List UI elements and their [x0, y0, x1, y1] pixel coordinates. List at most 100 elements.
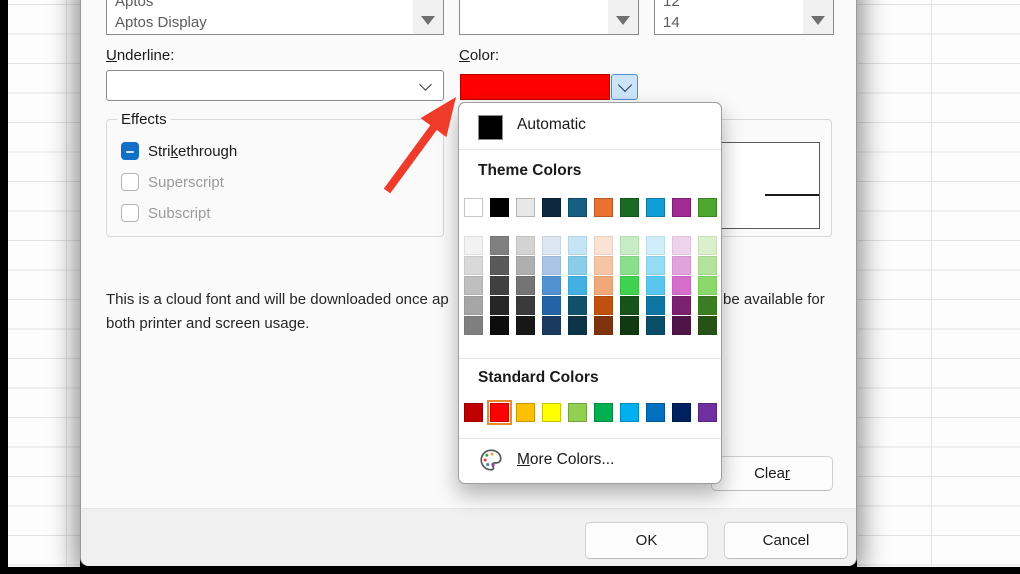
automatic-color-item[interactable]: Automatic: [459, 109, 721, 147]
theme-variant-swatch[interactable]: [672, 296, 691, 315]
theme-color-swatch[interactable]: [464, 198, 483, 217]
theme-variant-swatch[interactable]: [672, 256, 691, 275]
theme-variant-swatch[interactable]: [568, 296, 587, 315]
chevron-down-icon[interactable]: [419, 78, 432, 91]
font-list-scrollbar[interactable]: [413, 0, 443, 34]
theme-variant-swatch[interactable]: [516, 256, 535, 275]
theme-variant-swatch[interactable]: [464, 296, 483, 315]
theme-variant-swatch[interactable]: [594, 276, 613, 295]
theme-variant-swatch[interactable]: [646, 256, 665, 275]
superscript-row: Superscript: [121, 172, 224, 192]
cancel-button[interactable]: Cancel: [724, 522, 848, 559]
theme-variant-swatch[interactable]: [542, 256, 561, 275]
theme-color-swatch[interactable]: [646, 198, 665, 217]
theme-variant-swatch[interactable]: [490, 316, 509, 335]
standard-color-swatch[interactable]: [646, 403, 665, 422]
theme-variant-swatch[interactable]: [594, 256, 613, 275]
theme-variant-swatch[interactable]: [490, 296, 509, 315]
theme-color-swatch[interactable]: [620, 198, 639, 217]
standard-color-swatch[interactable]: [594, 403, 613, 422]
color-label: Color:: [459, 47, 499, 64]
theme-variant-swatch[interactable]: [542, 316, 561, 335]
theme-variant-swatch[interactable]: [516, 316, 535, 335]
standard-color-swatch-selected[interactable]: [490, 403, 509, 422]
theme-variant-swatch[interactable]: [516, 276, 535, 295]
theme-variant-swatch[interactable]: [620, 316, 639, 335]
underline-combobox[interactable]: [106, 70, 444, 101]
font-style-scrollbar[interactable]: [608, 0, 638, 34]
theme-variant-swatch[interactable]: [646, 316, 665, 335]
scroll-down-arrow-icon[interactable]: [616, 16, 630, 25]
theme-color-swatch[interactable]: [490, 198, 509, 217]
font-size-listbox[interactable]: 12 14: [654, 0, 834, 35]
color-dropdown-button[interactable]: [611, 74, 638, 100]
theme-variant-swatch[interactable]: [464, 256, 483, 275]
theme-color-swatch[interactable]: [568, 198, 587, 217]
size-list-item[interactable]: 14: [655, 12, 801, 33]
theme-variant-swatch[interactable]: [698, 316, 717, 335]
theme-variant-swatch[interactable]: [490, 256, 509, 275]
theme-variant-swatch[interactable]: [620, 256, 639, 275]
theme-variant-swatch[interactable]: [594, 236, 613, 255]
theme-variant-swatch[interactable]: [672, 236, 691, 255]
font-list-item[interactable]: Aptos: [107, 0, 411, 12]
theme-color-swatch[interactable]: [594, 198, 613, 217]
theme-color-swatch[interactable]: [672, 198, 691, 217]
theme-color-swatch[interactable]: [516, 198, 535, 217]
theme-variant-swatch[interactable]: [698, 296, 717, 315]
theme-variant-swatch[interactable]: [516, 236, 535, 255]
theme-variant-swatch[interactable]: [464, 276, 483, 295]
more-colors-item[interactable]: More Colors...: [459, 443, 721, 481]
more-colors-label: More Colors...: [517, 451, 614, 469]
clear-button[interactable]: Clear: [711, 456, 833, 491]
standard-color-swatch[interactable]: [464, 403, 483, 422]
subscript-checkbox: [121, 204, 139, 222]
theme-variant-swatch[interactable]: [568, 276, 587, 295]
theme-variant-swatch[interactable]: [646, 276, 665, 295]
standard-color-swatch[interactable]: [568, 403, 587, 422]
theme-variant-swatch[interactable]: [464, 316, 483, 335]
standard-color-swatch[interactable]: [542, 403, 561, 422]
theme-variant-swatch[interactable]: [568, 316, 587, 335]
standard-color-swatch[interactable]: [698, 403, 717, 422]
theme-variant-swatch[interactable]: [672, 276, 691, 295]
theme-variant-swatch[interactable]: [646, 236, 665, 255]
font-style-listbox[interactable]: [459, 0, 639, 35]
theme-color-swatch[interactable]: [698, 198, 717, 217]
scroll-down-arrow-icon[interactable]: [421, 16, 435, 25]
standard-color-swatch[interactable]: [672, 403, 691, 422]
standard-color-swatch[interactable]: [620, 403, 639, 422]
theme-variant-swatch[interactable]: [698, 256, 717, 275]
theme-variant-swatch[interactable]: [568, 236, 587, 255]
theme-variant-swatch[interactable]: [464, 236, 483, 255]
current-color-swatch[interactable]: [460, 74, 610, 100]
theme-variant-swatch[interactable]: [672, 316, 691, 335]
size-list-item[interactable]: 12: [655, 0, 801, 12]
theme-variant-swatch[interactable]: [542, 236, 561, 255]
theme-variant-swatch[interactable]: [646, 296, 665, 315]
theme-variant-swatch[interactable]: [516, 296, 535, 315]
theme-variant-swatch[interactable]: [490, 236, 509, 255]
ok-button[interactable]: OK: [585, 522, 708, 559]
theme-color-swatch[interactable]: [542, 198, 561, 217]
standard-color-swatch[interactable]: [516, 403, 535, 422]
strikethrough-row[interactable]: Strikethrough: [121, 141, 237, 161]
theme-variant-swatch[interactable]: [594, 316, 613, 335]
theme-variant-swatch[interactable]: [698, 236, 717, 255]
theme-variant-swatch[interactable]: [620, 276, 639, 295]
theme-variant-swatch[interactable]: [620, 296, 639, 315]
font-list-item[interactable]: Aptos Display: [107, 12, 411, 33]
theme-variant-swatch[interactable]: [542, 296, 561, 315]
scroll-down-arrow-icon[interactable]: [811, 16, 825, 25]
strikethrough-checkbox[interactable]: [121, 142, 139, 160]
dialog-footer: OK Cancel: [81, 508, 856, 566]
theme-variant-swatch[interactable]: [698, 276, 717, 295]
theme-variant-swatch[interactable]: [490, 276, 509, 295]
divider: [459, 358, 721, 359]
theme-variant-swatch[interactable]: [594, 296, 613, 315]
font-listbox[interactable]: Aptos Aptos Display: [106, 0, 444, 35]
theme-variant-swatch[interactable]: [542, 276, 561, 295]
theme-variant-swatch[interactable]: [620, 236, 639, 255]
size-list-scrollbar[interactable]: [803, 0, 833, 34]
theme-variant-swatch[interactable]: [568, 256, 587, 275]
